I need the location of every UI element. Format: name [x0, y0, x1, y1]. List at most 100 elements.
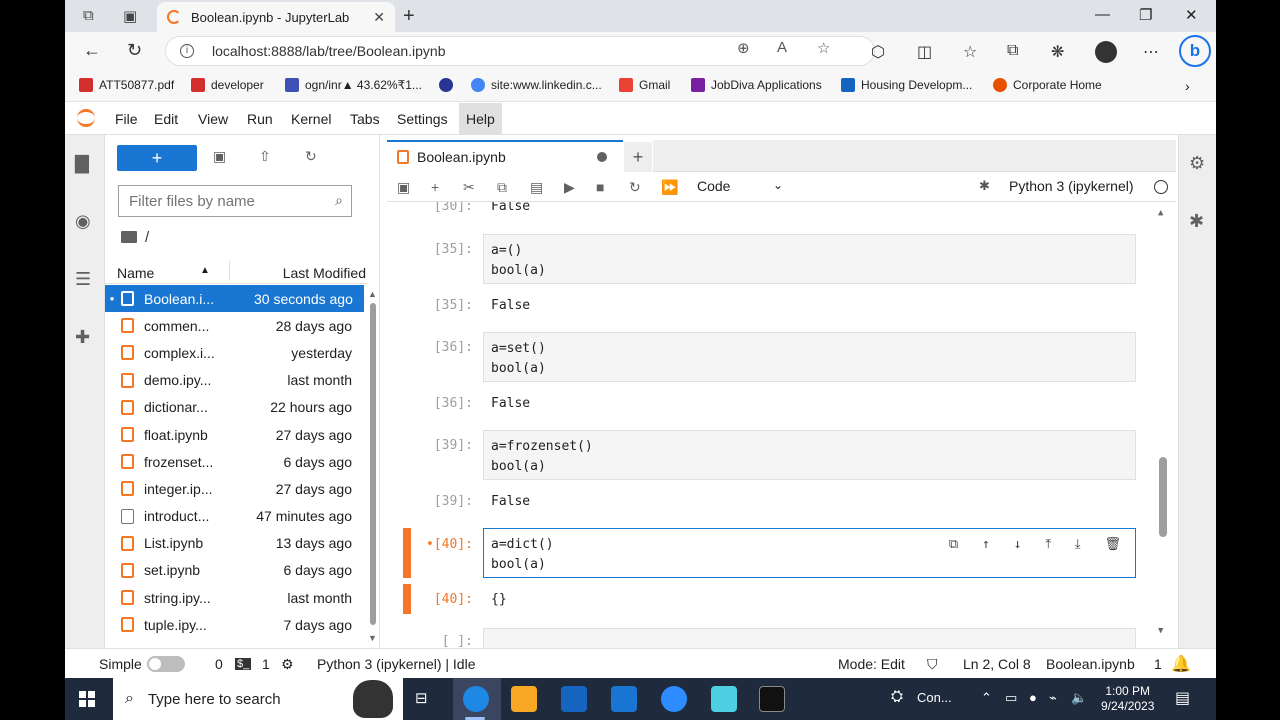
bing-copilot-icon[interactable]: b	[1179, 35, 1211, 67]
file-row[interactable]: frozenset... 6 days ago	[105, 448, 364, 475]
restore-icon[interactable]: ❐	[1139, 6, 1152, 24]
trusted-shield-icon[interactable]: ⛉	[927, 656, 938, 673]
bookmark-developer[interactable]: developer	[191, 78, 264, 92]
zoom-icon[interactable]	[661, 686, 687, 712]
paste-icon[interactable]: ▤	[530, 179, 543, 196]
restart-icon[interactable]: ↻	[629, 179, 641, 196]
column-last-modified[interactable]: Last Modified	[283, 265, 366, 281]
folder-icon[interactable]: ▇	[75, 153, 89, 174]
cut-icon[interactable]: ✂	[463, 179, 475, 196]
new-launcher-button[interactable]: +	[117, 145, 197, 171]
volume-icon[interactable]: 🔈	[1071, 690, 1087, 706]
bookmark-att50877[interactable]: ATT50877.pdf	[79, 78, 174, 92]
move-down-icon[interactable]: ↓	[1014, 537, 1022, 552]
code-cell-input[interactable]	[483, 628, 1136, 648]
scroll-down-icon[interactable]: ▼	[1158, 626, 1163, 636]
insert-cell-icon[interactable]: +	[431, 179, 439, 195]
action-center-icon[interactable]: ▤	[1175, 688, 1190, 708]
insert-above-icon[interactable]: ⤒	[1045, 537, 1051, 552]
notebook-scrollbar[interactable]: ▲ ▼	[1156, 202, 1172, 648]
code-cell-input[interactable]: a=set() bool(a)	[483, 332, 1136, 382]
url-input[interactable]: i localhost:8888/lab/tree/Boolean.ipynb	[165, 36, 875, 66]
microphone-icon[interactable]: ●	[1029, 690, 1037, 705]
table-of-contents-icon[interactable]: ☰	[75, 269, 91, 290]
meet-now-icon[interactable]: ▭	[1005, 690, 1017, 706]
debugger-bug-icon[interactable]: ✱	[1189, 211, 1204, 232]
edge-icon[interactable]	[463, 686, 489, 712]
contacts-app-icon[interactable]: ⛭	[891, 688, 903, 705]
file-row[interactable]: List.ipynb 13 days ago	[105, 530, 364, 557]
menu-run[interactable]: Run	[240, 103, 280, 135]
active-code-cell-input[interactable]: a=dict() bool(a) ⧉ ↑ ↓ ⤒ ⤓ 🗑	[483, 528, 1136, 578]
taskbar-clock[interactable]: 1:00 PM 9/24/2023	[1101, 684, 1154, 714]
workspaces-icon[interactable]: ⧉	[83, 7, 94, 24]
network-icon[interactable]: ⌁	[1049, 690, 1057, 706]
scroll-up-icon[interactable]: ▲	[1158, 208, 1163, 218]
extension-puzzle-icon[interactable]: ✚	[75, 327, 90, 348]
filter-files-input[interactable]: Filter files by name ⌕	[118, 185, 352, 217]
refresh-icon[interactable]: ↻	[127, 40, 142, 61]
scrollbar-thumb[interactable]	[1159, 457, 1167, 537]
favorites-icon[interactable]: ☆	[963, 42, 977, 62]
cursor-position[interactable]: Ln 2, Col 8	[963, 656, 1031, 672]
scroll-down-icon[interactable]: ▼	[368, 633, 377, 643]
file-row[interactable]: demo.ipy... last month	[105, 367, 364, 394]
bookmarks-overflow-icon[interactable]: ›	[1185, 78, 1190, 94]
scrollbar-thumb[interactable]	[370, 303, 376, 625]
active-cell-collapser[interactable]	[403, 528, 411, 578]
store-icon[interactable]	[561, 686, 587, 712]
duplicate-cell-icon[interactable]: ⧉	[949, 537, 958, 552]
menu-settings[interactable]: Settings	[390, 103, 455, 135]
bookmark-badge[interactable]	[439, 78, 459, 92]
menu-help[interactable]: Help	[459, 103, 502, 135]
bookmark-gmail[interactable]: Gmail	[619, 78, 670, 92]
notepad-icon[interactable]	[711, 686, 737, 712]
tab-actions-icon[interactable]: ▣	[123, 7, 137, 25]
fast-forward-icon[interactable]: ⏩	[661, 179, 678, 196]
run-icon[interactable]: ▶	[564, 179, 575, 196]
file-row[interactable]: ● Boolean.i... 30 seconds ago	[105, 285, 364, 313]
menu-view[interactable]: View	[191, 103, 235, 135]
file-row[interactable]: set.ipynb 6 days ago	[105, 557, 364, 584]
windows-start-icon[interactable]	[79, 691, 95, 707]
bookmark-linkedin-search[interactable]: site:www.linkedin.c...	[471, 78, 602, 92]
running-stop-icon[interactable]: ◉	[75, 211, 91, 232]
scroll-up-icon[interactable]: ▲	[368, 289, 377, 299]
unsaved-dot-icon[interactable]	[597, 152, 607, 162]
bookmark-jobdiva[interactable]: JobDiva Applications	[691, 78, 822, 92]
file-row[interactable]: integer.ip... 27 days ago	[105, 475, 364, 502]
cell-type-select[interactable]: Code ⌄	[697, 178, 783, 194]
kernel-count[interactable]: 1	[262, 656, 270, 672]
task-view-icon[interactable]: ⊟	[415, 689, 428, 707]
collections-icon[interactable]: ⧉	[1007, 42, 1018, 60]
notebook-tab[interactable]: Boolean.ipynb	[387, 140, 623, 172]
code-cell-input[interactable]: a=frozenset() bool(a)	[483, 430, 1136, 480]
menu-tabs[interactable]: Tabs	[343, 103, 387, 135]
show-hidden-icons-icon[interactable]: ⌃	[981, 690, 992, 706]
close-window-icon[interactable]: ✕	[1185, 6, 1198, 24]
terminal-app-icon[interactable]	[759, 686, 785, 712]
debugger-icon[interactable]: ✱	[979, 178, 990, 194]
file-row[interactable]: complex.i... yesterday	[105, 339, 364, 366]
mail-icon[interactable]	[611, 686, 637, 712]
site-info-icon[interactable]: i	[180, 44, 194, 58]
file-row[interactable]: float.ipynb 27 days ago	[105, 421, 364, 448]
copy-icon[interactable]: ⧉	[497, 179, 507, 196]
file-row[interactable]: dictionar... 22 hours ago	[105, 394, 364, 421]
bookmark-ogn-inr[interactable]: ogn/inr▲ 43.62%₹1...	[285, 78, 422, 92]
upload-icon[interactable]: ⇧	[259, 148, 271, 165]
notification-bell-icon[interactable]: 🔔	[1171, 654, 1191, 674]
file-explorer-icon[interactable]	[511, 686, 537, 712]
split-screen-icon[interactable]: ◫	[917, 42, 932, 62]
extensions-icon[interactable]: ⬡	[871, 42, 885, 62]
bookmark-housing[interactable]: Housing Developm...	[841, 78, 972, 92]
zoom-icon[interactable]: ⊕	[737, 39, 750, 57]
bookmark-corporate-home[interactable]: Corporate Home	[993, 78, 1102, 92]
read-aloud-icon[interactable]: A	[777, 39, 787, 56]
property-inspector-gear-icon[interactable]: ⚙	[1189, 153, 1205, 174]
column-divider[interactable]	[229, 261, 230, 281]
file-row[interactable]: commen... 28 days ago	[105, 312, 364, 339]
menu-file[interactable]: File	[108, 103, 145, 135]
taskbar-search-input[interactable]: ⌕ Type here to search	[113, 678, 403, 720]
kernel-status[interactable]: Python 3 (ipykernel) | Idle	[317, 656, 476, 672]
